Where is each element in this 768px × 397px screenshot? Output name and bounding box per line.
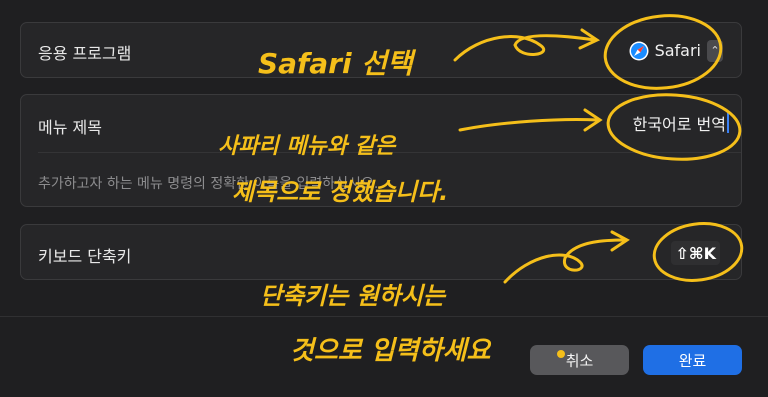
- shortcut-field[interactable]: ⇧⌘K: [671, 241, 720, 265]
- annotation-menu-line2: 제목으로 정했습니다.: [232, 178, 449, 206]
- menu-title-value: 한국어로 번역: [632, 115, 726, 134]
- shortcut-row: 키보드 단축키 ⇧⌘K: [20, 224, 742, 280]
- text-caret: [727, 113, 729, 133]
- annotation-shortcut-line1: 단축키는 원하시는: [260, 282, 445, 310]
- app-select-value: Safari: [654, 41, 701, 60]
- done-button[interactable]: 완료: [643, 345, 742, 375]
- annotation-shortcut-line2: 것으로 입력하세요: [290, 336, 491, 366]
- menu-title-input[interactable]: 한국어로 번역: [633, 110, 729, 136]
- cancel-button[interactable]: 취소: [530, 345, 629, 375]
- safari-compass-icon: [629, 41, 649, 60]
- annotation-safari-select: Safari 선택: [258, 47, 413, 80]
- footer-divider: [0, 316, 768, 317]
- chevron-updown-icon: ⌃: [707, 39, 723, 62]
- annotation-menu-line1: 사파리 메뉴와 같은: [218, 134, 396, 159]
- shortcut-label: 키보드 단축키: [38, 247, 132, 266]
- app-select[interactable]: Safari ⌃: [629, 37, 723, 64]
- app-label: 응용 프로그램: [38, 44, 132, 63]
- menu-title-label: 메뉴 제목: [38, 118, 102, 137]
